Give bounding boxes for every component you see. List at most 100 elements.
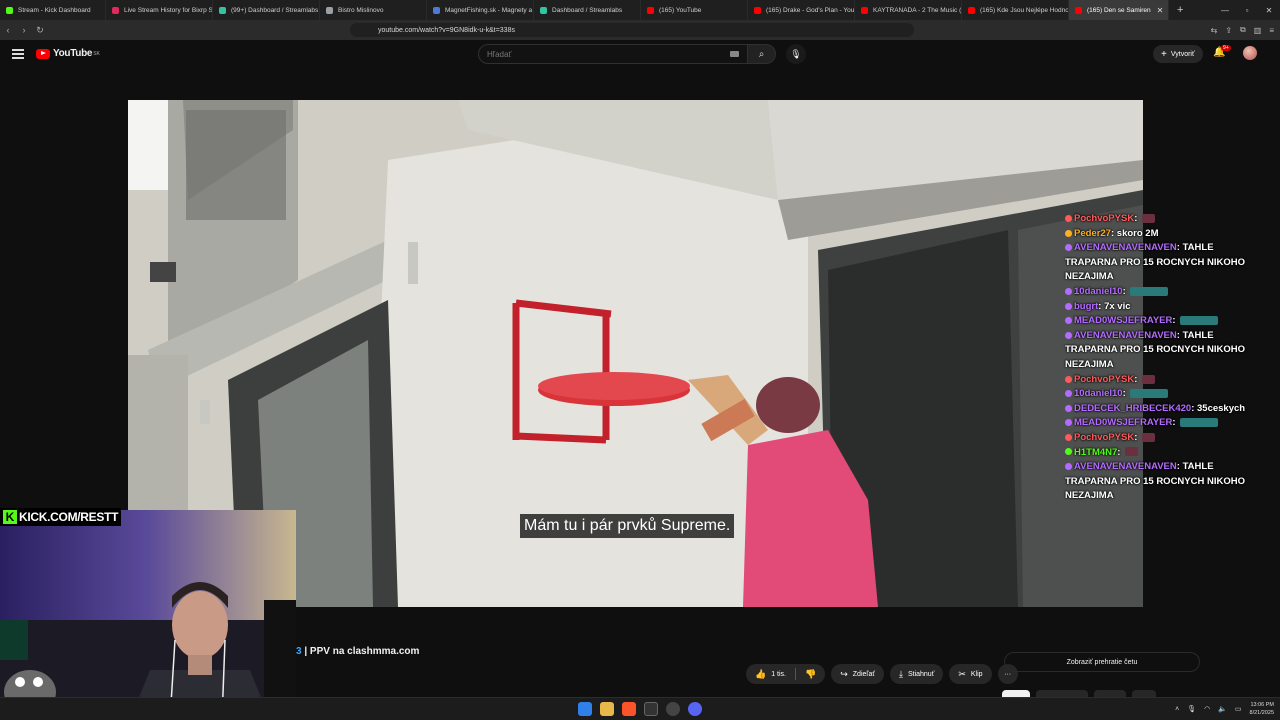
dislike-button[interactable]: 👎 xyxy=(796,664,825,684)
clip-button[interactable]: ✂ Klip xyxy=(949,664,992,684)
chat-text: 35ceskych xyxy=(1197,402,1246,414)
browser-tab[interactable]: Bistro Mislinovo xyxy=(320,0,427,20)
browser-tab[interactable]: KAYTRANADA - 2 The Music (I xyxy=(855,0,962,20)
chat-badge-icon xyxy=(1065,463,1072,471)
url-field[interactable]: youtube.com/watch?v=9GN8idk-u-k&t=338s xyxy=(350,23,914,37)
plus-icon: + xyxy=(1161,48,1167,60)
chat-message: DEDECEK_HRIBECEK420: 35ceskych xyxy=(1065,402,1265,417)
tab-favicon-icon xyxy=(540,6,547,14)
chat-separator: : xyxy=(1122,388,1129,400)
obs-icon[interactable] xyxy=(666,702,680,716)
menu-icon[interactable]: ≡ xyxy=(1269,26,1274,35)
translate-icon[interactable]: ⇆ xyxy=(1211,26,1218,35)
create-label: Vytvoriť xyxy=(1170,50,1195,58)
like-button[interactable]: 👍 1 tis. xyxy=(746,664,795,684)
tab-label: Dashboard / Streamlabs xyxy=(552,6,623,14)
volume-icon[interactable]: 🔈 xyxy=(1218,705,1227,713)
chat-emote-icon xyxy=(1142,432,1155,442)
sidebar-icon[interactable]: ▥ xyxy=(1254,26,1262,35)
webcam-feed xyxy=(0,510,296,720)
battery-icon[interactable]: ▭ xyxy=(1235,705,1242,713)
clock-time: 13:06 PM xyxy=(1250,702,1274,708)
keyboard-icon[interactable] xyxy=(730,51,739,57)
chat-message: Peder27: skoro 2M xyxy=(1065,227,1265,242)
chat-badge-icon xyxy=(1065,244,1072,252)
browser-tab[interactable]: Dashboard / Streamlabs xyxy=(534,0,641,20)
chat-message: AVENAVENAVENAVEN: TAHLE TRAPARNA PRO 15 … xyxy=(1065,329,1265,373)
search-input[interactable] xyxy=(487,49,717,59)
tab-close-icon[interactable]: ✕ xyxy=(1157,6,1164,15)
show-chat-replay-button[interactable]: Zobraziť prehratie četu xyxy=(1004,652,1200,672)
chat-username: AVENAVENAVENAVEN xyxy=(1074,242,1177,254)
chat-badge-icon xyxy=(1065,317,1072,325)
search-box xyxy=(478,44,748,64)
minimize-icon[interactable]: — xyxy=(1214,6,1236,15)
chat-emote-icon xyxy=(1142,374,1155,384)
chat-username: PochvoPYSK xyxy=(1074,213,1135,224)
youtube-play-icon xyxy=(36,48,50,59)
create-button[interactable]: + Vytvoriť xyxy=(1153,45,1203,63)
hamburger-menu-icon[interactable] xyxy=(12,49,24,59)
thumbs-up-icon: 👍 xyxy=(755,668,767,679)
windows-taskbar: ˄ 🎙 ◠ 🔈 ▭ 13:06 PM 8/21/2025 xyxy=(0,697,1280,720)
tray-chevron-icon[interactable]: ˄ xyxy=(1175,706,1179,713)
tab-label: (99+) Dashboard / Streamlabs xyxy=(231,6,319,14)
discord-icon[interactable] xyxy=(688,702,702,716)
chat-separator: : xyxy=(1134,373,1140,385)
avatar[interactable] xyxy=(1243,46,1257,60)
tab-favicon-icon xyxy=(861,6,868,14)
chat-message: AVENAVENAVENAVEN: TAHLE TRAPARNA PRO 15 … xyxy=(1065,241,1265,285)
share-label: Zdieľať xyxy=(852,670,875,678)
url-text[interactable]: youtube.com/watch?v=9GN8idk-u-k&t=338s xyxy=(378,27,515,34)
video-subtitle: Mám tu i pár prvků Supreme. xyxy=(520,514,735,538)
tab-favicon-icon xyxy=(647,6,654,14)
video-title: 3 | PPV na clashmma.com xyxy=(296,646,419,657)
chat-badge-icon xyxy=(1065,390,1072,398)
browser-tab[interactable]: (165) Drake - God's Plan - You xyxy=(748,0,855,20)
chat-message: PochvoPYSK: xyxy=(1065,212,1265,227)
browser-tab[interactable]: MagnetFishing.sk - Magnety a xyxy=(427,0,534,20)
maximize-icon[interactable]: ▫ xyxy=(1236,6,1258,15)
like-dislike-group: 👍 1 tis. 👎 xyxy=(746,664,826,684)
browser-tab[interactable]: (165) YouTube xyxy=(641,0,748,20)
share-page-icon[interactable]: ⇪ xyxy=(1225,26,1232,35)
file-explorer-icon[interactable] xyxy=(600,702,614,716)
terminal-icon[interactable] xyxy=(644,702,658,716)
chat-username: AVENAVENAVENAVEN xyxy=(1074,461,1177,473)
browser-tab[interactable]: (165) Den se Samiren ✕ xyxy=(1069,0,1169,20)
download-button[interactable]: ⤓ Stiahnuť xyxy=(889,664,944,684)
voice-search-button[interactable]: 🎙 xyxy=(786,44,806,64)
forward-icon[interactable]: › xyxy=(16,25,32,35)
search-button[interactable]: ⌕ xyxy=(748,44,776,64)
chat-username: DEDECEK_HRIBECEK420 xyxy=(1074,402,1192,414)
tab-favicon-icon xyxy=(968,6,975,14)
wifi-icon[interactable]: ◠ xyxy=(1204,705,1210,713)
tab-favicon-icon xyxy=(112,6,119,14)
back-icon[interactable]: ‹ xyxy=(0,25,16,35)
youtube-logo[interactable]: YouTube SK xyxy=(36,48,100,59)
share-icon: ↪ xyxy=(840,668,848,679)
chat-emote-icon xyxy=(1130,389,1169,399)
browser-tab[interactable]: Stream - Kick Dashboard xyxy=(0,0,106,20)
tab-label: (165) Drake - God's Plan - You xyxy=(766,6,855,14)
close-window-icon[interactable]: ✕ xyxy=(1258,6,1280,15)
share-button[interactable]: ↪ Zdieľať xyxy=(831,664,884,684)
browser-tab[interactable]: (99+) Dashboard / Streamlabs xyxy=(213,0,320,20)
tab-favicon-icon xyxy=(754,6,761,14)
mic-tray-icon[interactable]: 🎙 xyxy=(1187,705,1196,713)
new-tab-button[interactable]: + xyxy=(1169,4,1191,16)
reload-icon[interactable]: ↻ xyxy=(32,25,48,36)
browser-tab[interactable]: (165) Kde Jsou Nejlépe Hodno xyxy=(962,0,1069,20)
chat-separator: : xyxy=(1172,417,1179,429)
extensions-icon[interactable]: ⧉ xyxy=(1240,25,1246,35)
chat-separator: : xyxy=(1134,213,1140,224)
chat-emote-icon xyxy=(1130,286,1169,296)
clock[interactable]: 13:06 PM 8/21/2025 xyxy=(1250,701,1274,717)
brave-browser-icon[interactable] xyxy=(622,702,636,716)
address-bar: ‹ › ↻ ▯ youtube.com/watch?v=9GN8idk-u-k&… xyxy=(0,20,1280,40)
windows-start-icon[interactable] xyxy=(578,702,592,716)
system-tray: ˄ 🎙 ◠ 🔈 ▭ 13:06 PM 8/21/2025 xyxy=(1175,701,1274,717)
chat-username: H1TM4N7 xyxy=(1074,446,1118,458)
browser-toolbar: ⇆ ⇪ ⧉ ▥ ≡ xyxy=(1211,20,1274,40)
browser-tab[interactable]: Live Stream History for Bixrp St xyxy=(106,0,213,20)
